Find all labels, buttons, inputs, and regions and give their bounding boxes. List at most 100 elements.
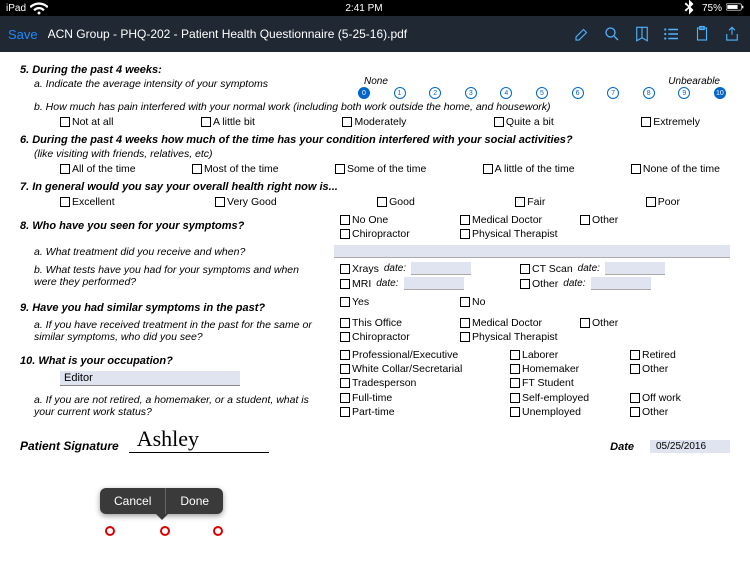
q9-pt[interactable]: Physical Therapist — [460, 331, 560, 343]
q5b-opt-1[interactable]: A little bit — [201, 116, 255, 128]
q6-opt-0[interactable]: All of the time — [60, 163, 136, 175]
scale-9[interactable]: 9 — [678, 87, 690, 99]
selection-handle-icon[interactable] — [105, 526, 115, 536]
q9-office[interactable]: This Office — [340, 317, 440, 329]
popup-done[interactable]: Done — [166, 488, 223, 514]
scale-6[interactable]: 6 — [572, 87, 584, 99]
bluetooth-icon — [680, 0, 698, 19]
q9-other[interactable]: Other — [580, 317, 680, 329]
document-title: ACN Group - PHQ-202 - Patient Health Que… — [48, 27, 562, 41]
battery-icon — [726, 0, 744, 19]
q6-paren: (like visiting with friends, relatives, … — [34, 148, 730, 160]
q10-unemp[interactable]: Unemployed — [510, 406, 610, 418]
wifi-icon — [30, 0, 48, 19]
scale-10[interactable]: 10 — [714, 87, 726, 99]
q10-student[interactable]: FT Student — [510, 377, 610, 389]
q6-opt-3[interactable]: A little of the time — [483, 163, 575, 175]
q8a-field[interactable] — [334, 245, 730, 258]
date-label: Date — [610, 441, 634, 453]
scale-2[interactable]: 2 — [429, 87, 441, 99]
q10-prof[interactable]: Professional/Executive — [340, 349, 490, 361]
scale-0[interactable]: 0 — [358, 87, 370, 99]
q8-other[interactable]: Other — [580, 214, 680, 226]
q10-other2[interactable]: Other — [630, 406, 730, 418]
scale-8[interactable]: 8 — [643, 87, 655, 99]
q5b-opt-0[interactable]: Not at all — [60, 116, 113, 128]
q5b-opt-4[interactable]: Extremely — [641, 116, 700, 128]
q9-no[interactable]: No — [460, 296, 560, 308]
q9-md[interactable]: Medical Doctor — [460, 317, 560, 329]
q9-chiro[interactable]: Chiropractor — [340, 331, 440, 343]
q10-retired[interactable]: Retired — [630, 349, 730, 361]
q6-title: 6. During the past 4 weeks how much of t… — [20, 134, 730, 146]
q8-ct-date[interactable] — [605, 262, 665, 275]
q10-title: 10. What is your occupation? — [20, 355, 320, 367]
q7-opt-3[interactable]: Fair — [515, 196, 545, 208]
q10-fulltime[interactable]: Full-time — [340, 392, 490, 404]
q10-laborer[interactable]: Laborer — [510, 349, 610, 361]
status-time: 2:41 PM — [48, 3, 680, 14]
date-field[interactable]: 05/25/2016 — [650, 440, 730, 453]
popup-cancel[interactable]: Cancel — [100, 488, 166, 514]
scale-5[interactable]: 5 — [536, 87, 548, 99]
q8-md[interactable]: Medical Doctor — [460, 214, 560, 226]
battery-label: 75% — [702, 3, 722, 14]
q8a-label: a. What treatment did you receive and wh… — [34, 246, 334, 258]
share-icon[interactable] — [722, 24, 742, 44]
q8-xrays[interactable]: Xraysdate: — [340, 262, 500, 275]
q8-other-date[interactable] — [591, 277, 651, 290]
q7-opt-2[interactable]: Good — [377, 196, 415, 208]
q8-other-test[interactable]: Otherdate: — [520, 277, 680, 290]
q10-parttime[interactable]: Part-time — [340, 406, 490, 418]
q10-homemaker[interactable]: Homemaker — [510, 363, 610, 375]
q10-other[interactable]: Other — [630, 363, 730, 375]
q7-opt-0[interactable]: Excellent — [60, 196, 115, 208]
q7-opt-4[interactable]: Poor — [646, 196, 680, 208]
q5a-label: a. Indicate the average intensity of you… — [34, 78, 354, 90]
edit-icon[interactable] — [572, 24, 592, 44]
q8-mri[interactable]: MRIdate: — [340, 277, 500, 290]
q8-xrays-date[interactable] — [411, 262, 471, 275]
q10-selfemp[interactable]: Self-employed — [510, 392, 610, 404]
scale-7[interactable]: 7 — [607, 87, 619, 99]
list-icon[interactable] — [662, 24, 682, 44]
q10a-label: a. If you are not retired, a homemaker, … — [34, 394, 320, 418]
q9-yes[interactable]: Yes — [340, 296, 440, 308]
q6-opt-1[interactable]: Most of the time — [192, 163, 279, 175]
bookmark-icon[interactable] — [632, 24, 652, 44]
scale-4[interactable]: 4 — [500, 87, 512, 99]
q9a-label: a. If you have received treatment in the… — [34, 319, 320, 343]
q5b-opt-2[interactable]: Moderately — [342, 116, 406, 128]
q10-white[interactable]: White Collar/Secretarial — [340, 363, 490, 375]
annotation-popup: Cancel Done — [100, 488, 223, 514]
carrier-label: iPad — [6, 3, 26, 14]
q5b-opt-3[interactable]: Quite a bit — [494, 116, 554, 128]
selection-handle-icon[interactable] — [213, 526, 223, 536]
q8-chiro[interactable]: Chiropractor — [340, 228, 440, 240]
q8-title: 8. Who have you seen for your symptoms? — [20, 220, 320, 232]
q8-pt[interactable]: Physical Therapist — [460, 228, 560, 240]
signature-field[interactable]: Ashley — [129, 426, 269, 453]
q7-title: 7. In general would you say your overall… — [20, 181, 730, 193]
selection-markers — [20, 540, 280, 562]
status-bar: iPad 2:41 PM 75% — [0, 0, 750, 16]
clipboard-icon[interactable] — [692, 24, 712, 44]
occupation-input[interactable] — [60, 371, 240, 386]
selection-handle-icon[interactable] — [160, 526, 170, 536]
scale-1[interactable]: 1 — [394, 87, 406, 99]
q8-mri-date[interactable] — [404, 277, 464, 290]
q8-noone[interactable]: No One — [340, 214, 440, 226]
q10-offwork[interactable]: Off work — [630, 392, 730, 404]
signature-label: Patient Signature — [20, 439, 119, 453]
q7-opt-1[interactable]: Very Good — [215, 196, 277, 208]
scale-3[interactable]: 3 — [465, 87, 477, 99]
q6-opt-4[interactable]: None of the time — [631, 163, 720, 175]
q8-ct[interactable]: CT Scandate: — [520, 262, 680, 275]
q6-opt-2[interactable]: Some of the time — [335, 163, 426, 175]
q10-trades[interactable]: Tradesperson — [340, 377, 490, 389]
q5b-label: b. How much has pain interfered with you… — [34, 101, 730, 113]
save-button[interactable]: Save — [8, 27, 38, 42]
pdf-document: 5. During the past 4 weeks: a. Indicate … — [0, 52, 750, 562]
app-toolbar: Save ACN Group - PHQ-202 - Patient Healt… — [0, 16, 750, 52]
search-icon[interactable] — [602, 24, 622, 44]
